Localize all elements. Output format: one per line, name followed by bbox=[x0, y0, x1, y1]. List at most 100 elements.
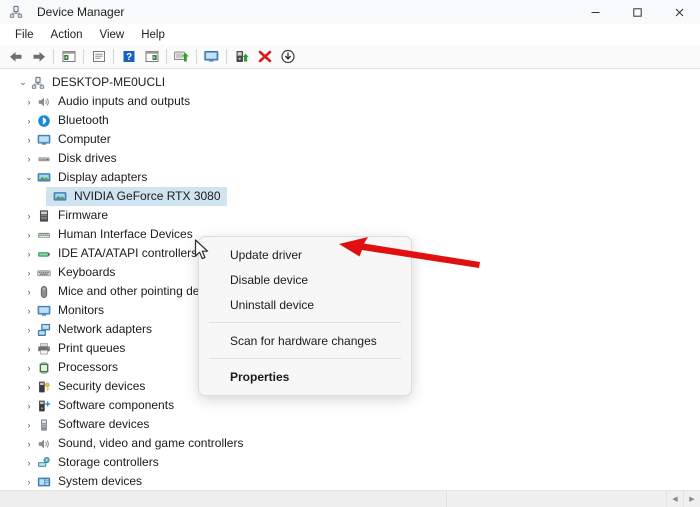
context-menu-item-disable-device[interactable]: Disable device bbox=[199, 267, 411, 292]
chevron-right-icon[interactable]: › bbox=[22, 211, 36, 221]
chevron-right-icon[interactable]: › bbox=[22, 325, 36, 335]
tree-item-system-devices[interactable]: › System devices bbox=[0, 472, 700, 490]
horizontal-scrollbar[interactable]: ◀ ▶ bbox=[0, 490, 700, 507]
speaker-icon bbox=[36, 436, 52, 452]
tree-item-label: Disk drives bbox=[58, 149, 117, 168]
tree-item-computer[interactable]: › Computer bbox=[0, 130, 700, 149]
close-button[interactable] bbox=[658, 0, 700, 24]
context-menu[interactable]: Update driver Disable device Uninstall d… bbox=[198, 236, 412, 396]
display-adapter-icon bbox=[36, 170, 52, 186]
chevron-right-icon[interactable]: › bbox=[22, 420, 36, 430]
chevron-right-icon[interactable]: › bbox=[22, 439, 36, 449]
chevron-right-icon[interactable]: › bbox=[22, 97, 36, 107]
tree-item-label: NVIDIA GeForce RTX 3080 bbox=[74, 187, 221, 206]
window-title: Device Manager bbox=[37, 5, 124, 19]
tree-item-root[interactable]: ⌄ DESKTOP-ME0UCLI bbox=[0, 73, 700, 92]
chevron-right-icon[interactable]: › bbox=[22, 249, 36, 259]
scan-hardware-changes-icon[interactable] bbox=[170, 46, 193, 67]
tree-item-label: Network adapters bbox=[58, 320, 152, 339]
context-menu-item-update-driver[interactable]: Update driver bbox=[199, 242, 411, 267]
tree-item-label: Computer bbox=[58, 130, 111, 149]
scrollbar-left-button[interactable]: ◀ bbox=[666, 491, 683, 507]
chevron-down-icon[interactable]: ⌄ bbox=[22, 172, 36, 183]
disk-icon bbox=[36, 151, 52, 167]
properties-icon[interactable] bbox=[87, 46, 110, 67]
context-menu-item-scan-for-hardware-changes[interactable]: Scan for hardware changes bbox=[199, 328, 411, 353]
printer-icon bbox=[36, 341, 52, 357]
chevron-right-icon[interactable]: › bbox=[22, 477, 36, 487]
tree-item-label: Bluetooth bbox=[58, 111, 109, 130]
context-menu-item-properties[interactable]: Properties bbox=[199, 364, 411, 389]
chevron-right-icon[interactable]: › bbox=[22, 154, 36, 164]
ide-controller-icon bbox=[36, 246, 52, 262]
menu-action[interactable]: Action bbox=[43, 27, 91, 43]
tree-item-label: Storage controllers bbox=[58, 453, 159, 472]
toolbar-separator bbox=[113, 49, 114, 64]
tree-item-label: Monitors bbox=[58, 301, 104, 320]
chevron-down-icon[interactable]: ⌄ bbox=[16, 77, 30, 88]
maximize-button[interactable] bbox=[616, 0, 658, 24]
tree-item-software-devices[interactable]: › Software devices bbox=[0, 415, 700, 434]
chevron-right-icon[interactable]: › bbox=[22, 401, 36, 411]
menu-help[interactable]: Help bbox=[133, 27, 173, 43]
forward-icon[interactable] bbox=[27, 46, 50, 67]
mouse-icon bbox=[36, 284, 52, 300]
chevron-right-icon[interactable]: › bbox=[22, 268, 36, 278]
chevron-right-icon[interactable]: › bbox=[22, 306, 36, 316]
processor-icon bbox=[36, 360, 52, 376]
back-icon[interactable] bbox=[4, 46, 27, 67]
toolbar-separator bbox=[226, 49, 227, 64]
menu-file[interactable]: File bbox=[7, 27, 42, 43]
tree-item-audio-inputs-and-outputs[interactable]: › Audio inputs and outputs bbox=[0, 92, 700, 111]
disable-device-icon[interactable] bbox=[276, 46, 299, 67]
show-hide-console-tree-icon[interactable] bbox=[57, 46, 80, 67]
context-menu-item-uninstall-device[interactable]: Uninstall device bbox=[199, 292, 411, 317]
tree-item-label: Firmware bbox=[58, 206, 108, 225]
chevron-right-icon[interactable]: › bbox=[22, 344, 36, 354]
tree-item-label: Print queues bbox=[58, 339, 125, 358]
device-tree[interactable]: ⌄ DESKTOP-ME0UCLI › bbox=[0, 69, 700, 490]
tree-item-display-adapters[interactable]: ⌄ Display adapters bbox=[0, 168, 700, 187]
chevron-right-icon[interactable]: › bbox=[22, 363, 36, 373]
monitor-icon bbox=[36, 132, 52, 148]
storage-controller-icon bbox=[36, 455, 52, 471]
update-driver-icon[interactable] bbox=[230, 46, 253, 67]
chevron-right-icon[interactable]: › bbox=[22, 287, 36, 297]
tree-item-storage-controllers[interactable]: › Storage controllers bbox=[0, 453, 700, 472]
tree-item-label: Processors bbox=[58, 358, 118, 377]
tree-item-label: Display adapters bbox=[58, 168, 147, 187]
chevron-right-icon[interactable]: › bbox=[22, 230, 36, 240]
computer-icon bbox=[30, 75, 46, 91]
minimize-button[interactable] bbox=[574, 0, 616, 24]
tree-item-software-components[interactable]: › Software components bbox=[0, 396, 700, 415]
svg-text:?: ? bbox=[125, 52, 131, 63]
chevron-right-icon[interactable]: › bbox=[22, 382, 36, 392]
title-bar: Device Manager bbox=[0, 0, 700, 24]
chevron-right-icon[interactable]: › bbox=[22, 135, 36, 145]
tree-item-sound-video-and-game-controllers[interactable]: › Sound, video and game controllers bbox=[0, 434, 700, 453]
keyboard-icon bbox=[36, 265, 52, 281]
monitor-icon bbox=[36, 303, 52, 319]
scrollbar-track[interactable] bbox=[0, 491, 666, 507]
software-component-icon bbox=[36, 398, 52, 414]
context-menu-separator bbox=[209, 358, 401, 359]
uninstall-device-icon[interactable] bbox=[253, 46, 276, 67]
monitor-icon[interactable] bbox=[200, 46, 223, 67]
device-manager-window: Device Manager File Action View Help bbox=[0, 0, 700, 507]
scrollbar-right-button[interactable]: ▶ bbox=[683, 491, 700, 507]
network-adapter-icon bbox=[36, 322, 52, 338]
tree-item-label: Keyboards bbox=[58, 263, 115, 282]
chevron-right-icon[interactable]: › bbox=[22, 458, 36, 468]
speaker-icon bbox=[36, 94, 52, 110]
tree-item-nvidia-geforce-rtx-3080[interactable]: NVIDIA GeForce RTX 3080 bbox=[46, 187, 227, 206]
tree-item-disk-drives[interactable]: › Disk drives bbox=[0, 149, 700, 168]
tree-item-label: IDE ATA/ATAPI controllers bbox=[58, 244, 197, 263]
help-icon[interactable]: ? bbox=[117, 46, 140, 67]
tree-item-label: Audio inputs and outputs bbox=[58, 92, 190, 111]
menu-view[interactable]: View bbox=[92, 27, 133, 43]
tree-item-bluetooth[interactable]: › Bluetooth bbox=[0, 111, 700, 130]
scrollbar-thumb[interactable] bbox=[0, 491, 447, 507]
tree-item-firmware[interactable]: › Firmware bbox=[0, 206, 700, 225]
list-view-icon[interactable] bbox=[140, 46, 163, 67]
chevron-right-icon[interactable]: › bbox=[22, 116, 36, 126]
